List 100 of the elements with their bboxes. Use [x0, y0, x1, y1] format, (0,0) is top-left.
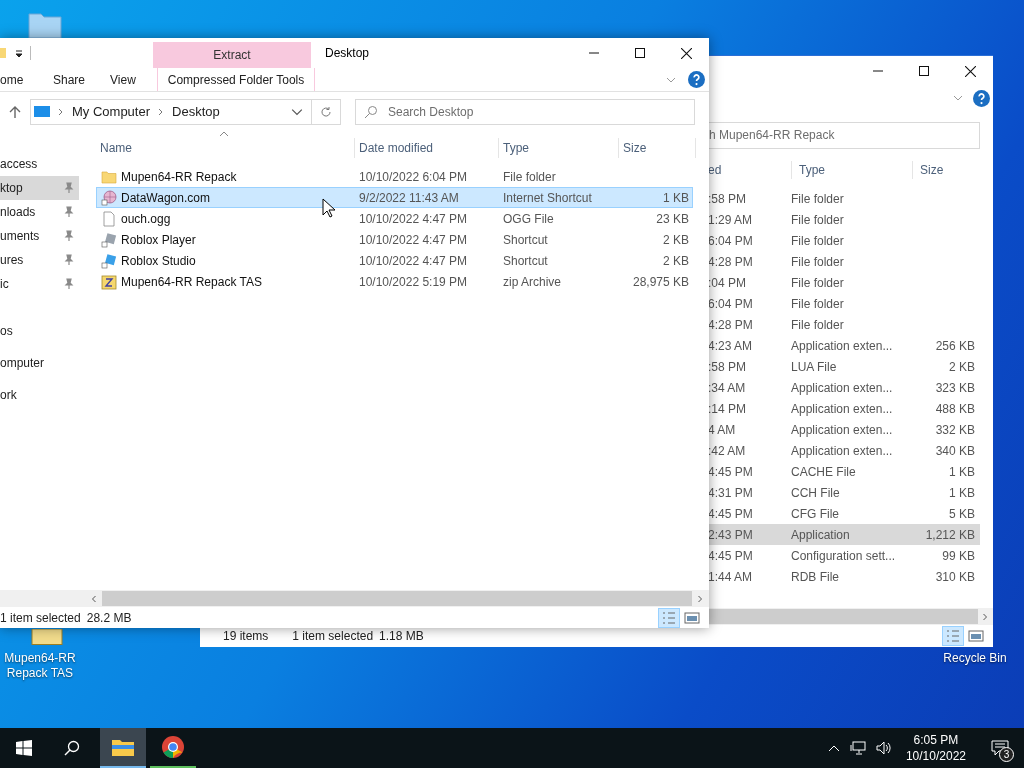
- nav-item[interactable]: uments: [0, 224, 79, 248]
- date-cell-text: :42 AM: [707, 442, 747, 460]
- date-cell-text: :58 PM: [707, 358, 747, 376]
- date-cell-text: 4:28 PM: [707, 316, 754, 334]
- desktop-icon-label[interactable]: Mupen64-RR Repack TAS: [0, 651, 80, 681]
- column-header[interactable]: Size: [618, 138, 696, 158]
- column-header[interactable]: Type: [498, 138, 618, 158]
- date-cell-text: 4:31 PM: [707, 484, 754, 502]
- chevron-up-icon[interactable]: [827, 744, 840, 752]
- scrollbar-thumb[interactable]: [102, 591, 692, 606]
- date-cell-text: 4:28 PM: [707, 253, 754, 271]
- chevron-down-icon[interactable]: [666, 76, 676, 83]
- nav-item[interactable]: ic: [0, 272, 79, 296]
- folder-icon: [112, 738, 134, 756]
- date-cell-text: 10/10/2022 4:47 PM: [359, 252, 469, 270]
- type-cell-text: Internet Shortcut: [503, 189, 593, 207]
- file-row[interactable]: DataWagon.com 9/2/2022 11:43 AM Internet Shortcut 1 KB: [96, 187, 693, 208]
- search-field[interactable]: Search Desktop: [355, 99, 695, 125]
- nav-item[interactable]: access: [0, 152, 79, 176]
- status-text: 1.18 MB: [379, 628, 424, 645]
- file-row[interactable]: 4:45 PM CACHE File 1 KB: [705, 461, 980, 482]
- breadcrumb[interactable]: My Computer: [72, 102, 151, 122]
- chevron-down-icon[interactable]: [291, 108, 303, 116]
- nav-item[interactable]: ures: [0, 248, 79, 272]
- size-cell-text: 2 KB: [662, 231, 689, 249]
- file-row[interactable]: 4:45 PM Configuration sett... 99 KB: [705, 545, 980, 566]
- size-cell-text: 99 KB: [941, 547, 975, 565]
- file-row[interactable]: :58 PM LUA File 2 KB: [705, 356, 980, 377]
- date-cell-text: 1:29 AM: [707, 211, 754, 229]
- minimize-icon: [873, 70, 883, 72]
- file-row[interactable]: 6:04 PM File folder: [705, 230, 980, 251]
- type-cell-text: Shortcut: [503, 231, 549, 249]
- date-cell-text: 4:23 AM: [707, 337, 754, 355]
- close-icon: [680, 47, 692, 59]
- nav-item[interactable]: nloads: [0, 200, 79, 224]
- context-tab[interactable]: Compressed Folder Tools: [157, 68, 315, 91]
- search-field[interactable]: h Mupen64-RR Repack: [709, 121, 980, 149]
- file-row[interactable]: 1:29 AM File folder: [705, 209, 980, 230]
- type-cell-text: File folder: [503, 168, 557, 186]
- nav-item[interactable]: omputer: [0, 351, 79, 375]
- file-row[interactable]: Roblox Player 10/10/2022 4:47 PM Shortcut 2 KB: [96, 229, 693, 250]
- file-row[interactable]: 4:45 PM CFG File 5 KB: [705, 503, 980, 524]
- file-row[interactable]: :42 AM Application exten... 340 KB: [705, 440, 980, 461]
- scrollbar-thumb[interactable]: [709, 609, 978, 624]
- file-row[interactable]: :04 PM File folder: [705, 272, 980, 293]
- sort-caret-icon: [219, 131, 229, 137]
- help-icon[interactable]: [973, 89, 990, 107]
- nav-item[interactable]: os: [0, 319, 79, 343]
- file-row[interactable]: 4:31 PM CCH File 1 KB: [705, 482, 980, 503]
- chevron-down-icon[interactable]: [953, 95, 963, 101]
- column-header[interactable]: Date modified: [354, 138, 498, 158]
- ribbon-tab[interactable]: ome: [0, 68, 53, 91]
- file-row[interactable]: Mupen64-RR Repack TAS 10/10/2022 5:19 PM zip Archive 28,975 KB: [96, 271, 693, 292]
- help-icon[interactable]: [688, 71, 705, 88]
- clock[interactable]: 6:05 PM 10/10/2022: [901, 732, 970, 764]
- file-name: Mupen64-RR Repack TAS: [121, 273, 262, 291]
- speaker-icon[interactable]: [875, 741, 892, 755]
- date-cell-text: :58 PM: [707, 190, 747, 208]
- file-row[interactable]: 4:23 AM Application exten... 256 KB: [705, 335, 980, 356]
- breadcrumb[interactable]: Desktop: [172, 102, 220, 122]
- file-row[interactable]: 4:28 PM File folder: [705, 251, 980, 272]
- file-name: Roblox Player: [121, 231, 196, 249]
- file-icon: [101, 210, 117, 227]
- date-cell-text: 9/2/2022 11:43 AM: [359, 189, 460, 207]
- file-row[interactable]: :34 AM Application exten... 323 KB: [705, 377, 980, 398]
- customize-arrow-icon[interactable]: [14, 48, 24, 58]
- desktop-icon-label[interactable]: Recycle Bin: [943, 651, 1007, 666]
- file-row[interactable]: :14 PM Application exten... 488 KB: [705, 398, 980, 419]
- file-row[interactable]: 6:04 PM File folder: [705, 293, 980, 314]
- maximize-icon: [635, 48, 645, 58]
- column-header[interactable]: ed: [708, 161, 791, 179]
- notification-icon[interactable]: [991, 740, 1009, 756]
- globe-shortcut-icon: [101, 189, 117, 206]
- file-row[interactable]: 1:44 AM RDB File 310 KB: [705, 566, 980, 587]
- file-row[interactable]: :58 PM File folder: [705, 188, 980, 209]
- nav-item[interactable]: ork: [0, 383, 79, 407]
- ribbon-tab[interactable]: Share: [53, 68, 110, 91]
- size-cell-text: 340 KB: [934, 442, 975, 460]
- details-view-icon[interactable]: [942, 626, 964, 646]
- column-header[interactable]: Type: [791, 161, 912, 179]
- size-cell-text: 2 KB: [948, 358, 975, 376]
- file-row[interactable]: Roblox Studio 10/10/2022 4:47 PM Shortcut 2 KB: [96, 250, 693, 271]
- network-icon[interactable]: [849, 741, 866, 755]
- type-cell-text: OGG File: [503, 210, 555, 228]
- address-bar[interactable]: My Computer Desktop: [30, 99, 312, 125]
- nav-item[interactable]: ktop: [0, 176, 79, 200]
- date-cell-text: 6:04 PM: [707, 232, 754, 250]
- date-cell-text: :04 PM: [707, 274, 747, 292]
- size-cell-text: 332 KB: [934, 421, 975, 439]
- type-cell-text: Shortcut: [503, 252, 549, 270]
- column-header[interactable]: Size: [912, 161, 984, 179]
- taskbar-app[interactable]: [100, 728, 146, 768]
- refresh-button[interactable]: [312, 99, 341, 125]
- date-cell-text: 2:43 PM: [707, 526, 754, 544]
- file-row[interactable]: Mupen64-RR Repack 10/10/2022 6:04 PM File folder: [96, 166, 693, 187]
- file-row[interactable]: 4:28 PM File folder: [705, 314, 980, 335]
- type-cell-text: zip Archive: [503, 273, 563, 291]
- details-view-icon[interactable]: [658, 607, 680, 628]
- file-row[interactable]: ouch.ogg 10/10/2022 4:47 PM OGG File 23 KB: [96, 208, 693, 229]
- column-header[interactable]: Name: [96, 138, 354, 158]
